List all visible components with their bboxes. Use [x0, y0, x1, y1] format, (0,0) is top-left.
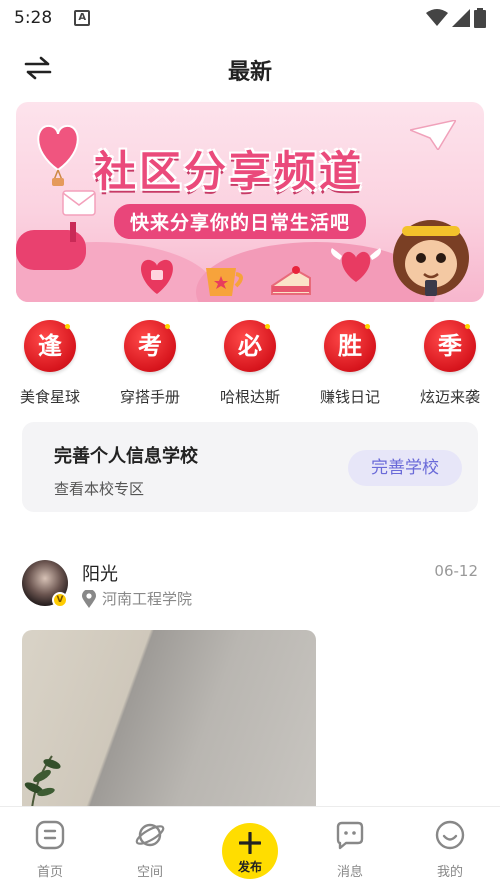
smile-icon: [435, 820, 465, 850]
badge-decoration: [365, 324, 370, 329]
category-label: 哈根达斯: [219, 388, 280, 406]
badge-decoration: [465, 324, 470, 329]
category-label: 炫迈来袭: [419, 388, 480, 406]
category-item[interactable]: 胜 赚钱日记: [300, 320, 400, 410]
category-label: 穿搭手册: [119, 388, 180, 406]
page-title: 最新: [227, 60, 272, 85]
header: 最新: [0, 44, 500, 92]
category-label: 赚钱日记: [319, 388, 380, 406]
tab-messages[interactable]: 消息: [310, 819, 390, 880]
heart-balloon-icon: [37, 124, 79, 186]
category-row: 逢 美食星球 考 穿搭手册 必 哈根达斯 胜 赚钱日记 季 炫迈来袭: [0, 320, 500, 410]
school-card-title: 完善个人信息学校: [54, 446, 198, 467]
mailbox-icon: [16, 222, 86, 270]
tab-space-label: 空间: [136, 865, 163, 880]
location-icon: [82, 589, 96, 608]
status-bar: 5:28 A: [0, 0, 500, 36]
school-info-card[interactable]: 完善个人信息学校 查看本校专区 完善学校: [22, 422, 478, 512]
community-banner[interactable]: 社区分享频道 快来分享你的日常生活吧: [16, 102, 484, 302]
post-location: 河南工程学院: [82, 588, 192, 609]
message-icon: [336, 821, 364, 850]
plus-icon: [239, 832, 261, 854]
wifi-icon: [426, 9, 448, 26]
category-badge-text: 逢: [38, 332, 62, 360]
banner-title: 社区分享频道: [94, 147, 365, 196]
tab-messages-label: 消息: [336, 865, 363, 880]
coffee-cup-icon: [206, 268, 243, 296]
lock-heart-icon: [141, 259, 173, 294]
plant-icon: [24, 755, 61, 808]
home-icon: [35, 820, 65, 850]
winged-heart-icon: [331, 248, 381, 282]
category-badge-text: 考: [138, 332, 162, 360]
category-item[interactable]: 季 炫迈来袭: [400, 320, 500, 410]
category-badge-text: 胜: [338, 332, 362, 360]
category-label: 美食星球: [19, 388, 80, 406]
status-icons: [426, 8, 486, 28]
category-badge-text: 季: [438, 332, 462, 360]
tab-space[interactable]: 空间: [110, 819, 190, 880]
planet-icon: [135, 823, 165, 847]
cake-icon: [271, 266, 311, 295]
post-location-text: 河南工程学院: [102, 590, 193, 608]
category-badge: 逢: [24, 320, 76, 372]
category-badge: 胜: [324, 320, 376, 372]
publish-button[interactable]: 发布: [222, 823, 278, 879]
monkey-mascot-icon: [393, 220, 469, 296]
bottom-tab-bar: 首页 空间 发布 消息 我的: [0, 806, 500, 888]
tab-home-label: 首页: [36, 865, 63, 880]
post-username[interactable]: 阳光: [82, 560, 118, 586]
verified-badge: V: [52, 592, 68, 608]
category-item[interactable]: 逢 美食星球: [0, 320, 100, 410]
category-item[interactable]: 必 哈根达斯: [200, 320, 300, 410]
category-item[interactable]: 考 穿搭手册: [100, 320, 200, 410]
category-badge: 考: [124, 320, 176, 372]
tab-mine[interactable]: 我的: [410, 819, 490, 880]
signal-icon: [452, 9, 470, 27]
tab-mine-label: 我的: [436, 865, 463, 880]
notification-a-icon: A: [74, 10, 91, 26]
badge-decoration: [65, 324, 70, 329]
tab-home[interactable]: 首页: [10, 819, 90, 880]
envelope-icon: [62, 190, 96, 216]
paper-plane-icon: [410, 120, 456, 150]
post-image[interactable]: [22, 630, 316, 830]
badge-decoration: [165, 324, 170, 329]
badge-decoration: [265, 324, 270, 329]
category-badge-text: 必: [238, 332, 262, 360]
school-card-subtitle: 查看本校专区: [54, 480, 145, 498]
battery-icon: [474, 8, 486, 28]
publish-label: 发布: [237, 860, 262, 874]
category-badge: 必: [224, 320, 276, 372]
complete-school-button[interactable]: 完善学校: [348, 450, 462, 486]
banner-subtitle: 快来分享你的日常生活吧: [114, 204, 367, 239]
post-date: 06-12: [434, 562, 478, 580]
status-time: 5:28: [14, 8, 53, 28]
category-badge: 季: [424, 320, 476, 372]
